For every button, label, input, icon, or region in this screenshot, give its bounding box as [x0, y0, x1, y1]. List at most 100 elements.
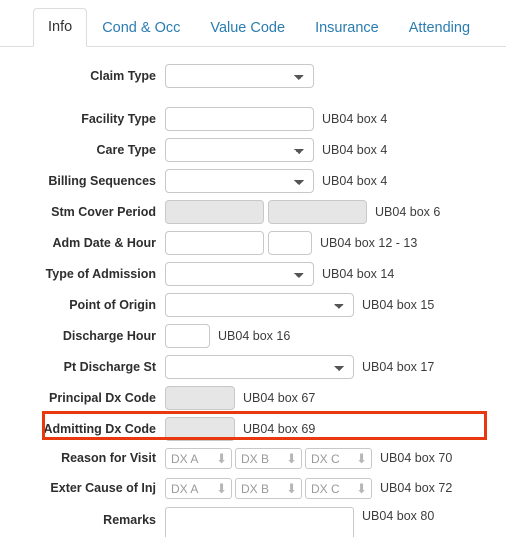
row-claim-type: Claim Type [0, 63, 506, 89]
pt-discharge-st-select[interactable] [165, 355, 354, 379]
point-of-origin-select[interactable] [165, 293, 354, 317]
row-adm-date-hour: Adm Date & Hour UB04 box 12 - 13 [0, 230, 506, 256]
control-discharge-hour: UB04 box 16 [165, 323, 290, 349]
reason-for-visit-dx-b-select[interactable]: DX B ⬇ [235, 448, 302, 469]
exter-cause-of-inj-dx-a-label: DX A [171, 481, 199, 496]
down-arrow-icon: ⬇ [286, 451, 297, 466]
row-admitting-dx-code: Admitting Dx Code UB04 box 69 [0, 416, 506, 442]
down-arrow-icon: ⬇ [356, 481, 367, 496]
row-billing-sequences: Billing Sequences UB04 box 4 [0, 168, 506, 194]
label-discharge-hour: Discharge Hour [62, 329, 156, 343]
hint-point-of-origin: UB04 box 15 [362, 298, 435, 312]
tab-bar: Info Cond & Occ Value Code Insurance Att… [0, 0, 506, 47]
row-point-of-origin: Point of Origin UB04 box 15 [0, 292, 506, 318]
reason-for-visit-dx-a-label: DX A [171, 451, 199, 466]
care-type-select[interactable] [165, 138, 314, 162]
label-facility-type: Facility Type [81, 112, 156, 126]
hint-reason-for-visit: UB04 box 70 [380, 451, 453, 465]
tab-insurance-label: Insurance [315, 20, 379, 36]
label-type-of-admission: Type of Admission [45, 267, 156, 281]
exter-cause-of-inj-dx-c-label: DX C [311, 481, 340, 496]
adm-date-input[interactable] [165, 231, 264, 255]
down-arrow-icon: ⬇ [216, 451, 227, 466]
row-stm-cover-period: Stm Cover Period UB04 box 6 [0, 199, 506, 225]
tab-attending-label: Attending [408, 20, 471, 36]
claim-type-select[interactable] [165, 64, 314, 88]
tab-info-label: Info [48, 19, 73, 35]
label-admitting-dx-code: Admitting Dx Code [43, 422, 157, 436]
exter-cause-of-inj-dx-b-label: DX B [241, 481, 270, 496]
label-remarks: Remarks [103, 513, 156, 527]
label-care-type: Care Type [96, 143, 156, 157]
down-arrow-icon: ⬇ [286, 481, 297, 496]
remarks-textarea[interactable] [165, 507, 354, 537]
row-exter-cause-of-inj: Exter Cause of Inj DX A ⬇ DX B ⬇ DX C ⬇ … [0, 477, 506, 500]
hint-type-of-admission: UB04 box 14 [322, 267, 395, 281]
reason-for-visit-dx-b-label: DX B [241, 451, 270, 466]
row-care-type: Care Type UB04 box 4 [0, 137, 506, 163]
facility-type-input[interactable] [165, 107, 314, 131]
control-stm-cover-period: UB04 box 6 [165, 199, 440, 225]
reason-for-visit-dx-a-select[interactable]: DX A ⬇ [165, 448, 232, 469]
type-of-admission-select[interactable] [165, 262, 314, 286]
hint-facility-type: UB04 box 4 [322, 112, 388, 126]
exter-cause-of-inj-dx-b-select[interactable]: DX B ⬇ [235, 478, 302, 499]
hint-discharge-hour: UB04 box 16 [218, 329, 291, 343]
billing-sequences-select[interactable] [165, 169, 314, 193]
label-claim-type: Claim Type [90, 69, 156, 83]
control-point-of-origin: UB04 box 15 [165, 292, 434, 318]
hint-exter-cause-of-inj: UB04 box 72 [380, 481, 453, 495]
reason-for-visit-dx-c-select[interactable]: DX C ⬇ [305, 448, 372, 469]
hint-stm-cover-period: UB04 box 6 [375, 205, 441, 219]
label-pt-discharge-st: Pt Discharge St [63, 360, 156, 374]
hint-care-type: UB04 box 4 [322, 143, 388, 157]
control-reason-for-visit: DX A ⬇ DX B ⬇ DX C ⬇ UB04 box 70 [165, 447, 452, 470]
control-claim-type [165, 64, 314, 88]
tab-cond-and-occ-label: Cond & Occ [102, 20, 181, 36]
control-principal-dx-code: UB04 box 67 [165, 385, 315, 411]
tab-attending[interactable]: Attending [394, 9, 485, 47]
row-reason-for-visit: Reason for Visit DX A ⬇ DX B ⬇ DX C ⬇ UB… [0, 447, 506, 470]
label-adm-date-hour: Adm Date & Hour [52, 236, 156, 250]
discharge-hour-input[interactable] [165, 324, 210, 348]
ub04-claim-info-panel: Info Cond & Occ Value Code Insurance Att… [0, 0, 506, 537]
stm-cover-period-from-input [165, 200, 264, 224]
tab-cond-and-occ[interactable]: Cond & Occ [87, 9, 195, 47]
control-type-of-admission: UB04 box 14 [165, 261, 394, 287]
exter-cause-of-inj-dx-a-select[interactable]: DX A ⬇ [165, 478, 232, 499]
control-care-type: UB04 box 4 [165, 137, 387, 163]
down-arrow-icon: ⬇ [356, 451, 367, 466]
row-facility-type: Facility Type UB04 box 4 [0, 106, 506, 132]
control-adm-date-hour: UB04 box 12 - 13 [165, 230, 417, 256]
stm-cover-period-to-input [268, 200, 367, 224]
tab-value-code[interactable]: Value Code [195, 9, 300, 47]
hint-billing-sequences: UB04 box 4 [322, 174, 388, 188]
hint-admitting-dx-code: UB04 box 69 [243, 422, 316, 436]
hint-remarks: UB04 box 80 [362, 509, 435, 523]
hint-adm-date-hour: UB04 box 12 - 13 [320, 236, 418, 250]
row-principal-dx-code: Principal Dx Code UB04 box 67 [0, 385, 506, 411]
claim-info-form: Claim Type Facility Type UB04 box 4 Care… [0, 47, 506, 537]
reason-for-visit-dx-c-label: DX C [311, 451, 340, 466]
tab-insurance[interactable]: Insurance [300, 9, 394, 47]
label-principal-dx-code: Principal Dx Code [49, 391, 156, 405]
tab-info[interactable]: Info [33, 8, 88, 47]
exter-cause-of-inj-dx-c-select[interactable]: DX C ⬇ [305, 478, 372, 499]
down-arrow-icon: ⬇ [216, 481, 227, 496]
label-stm-cover-period: Stm Cover Period [51, 205, 156, 219]
label-exter-cause-of-inj: Exter Cause of Inj [50, 481, 156, 495]
row-remarks: Remarks UB04 box 80 [0, 507, 506, 537]
label-point-of-origin: Point of Origin [69, 298, 156, 312]
label-reason-for-visit: Reason for Visit [61, 451, 156, 465]
tab-value-code-label: Value Code [210, 20, 286, 36]
control-facility-type: UB04 box 4 [165, 106, 387, 132]
row-discharge-hour: Discharge Hour UB04 box 16 [0, 323, 506, 349]
control-pt-discharge-st: UB04 box 17 [165, 354, 434, 380]
control-billing-sequences: UB04 box 4 [165, 168, 387, 194]
control-exter-cause-of-inj: DX A ⬇ DX B ⬇ DX C ⬇ UB04 box 72 [165, 477, 452, 500]
row-pt-discharge-st: Pt Discharge St UB04 box 17 [0, 354, 506, 380]
adm-hour-input[interactable] [268, 231, 312, 255]
label-billing-sequences: Billing Sequences [48, 174, 156, 188]
control-remarks: UB04 box 80 [165, 507, 434, 537]
admitting-dx-code-input [165, 417, 235, 441]
